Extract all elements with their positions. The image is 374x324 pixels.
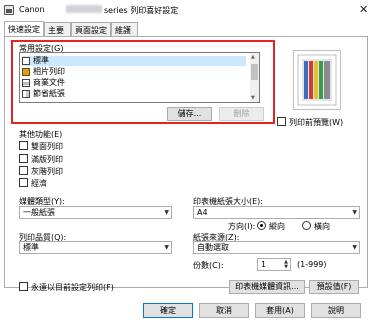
model-name-redacted (66, 5, 102, 13)
grayscale-label: 灰階列印 (31, 167, 63, 176)
save-button[interactable]: 儲存... (167, 107, 212, 121)
list-item-label: 標準 (33, 56, 49, 65)
list-item[interactable]: 節省紙張 (22, 89, 246, 99)
apply-button[interactable]: 套用(A) (255, 303, 305, 318)
orientation-label: 方向(I): (228, 222, 256, 231)
media-type-value: 一般紙張 (23, 208, 55, 217)
close-icon[interactable]: ✕ (359, 3, 368, 16)
media-type-select[interactable]: 一般紙張 ▼ (19, 206, 172, 219)
preview-before-print-checkbox[interactable] (277, 117, 286, 126)
tab-page-setup[interactable]: 頁面設定 (71, 22, 111, 36)
economy-label: 經濟 (31, 179, 47, 188)
tab-bar: 快速設定 主要 頁面設定 維護 (0, 21, 374, 37)
paper-source-value: 自動選取 (197, 243, 229, 252)
always-print-label: 永遠以目前設定列印(F) (31, 283, 114, 292)
paper-saving-icon (22, 90, 30, 98)
tab-label: 維護 (115, 26, 131, 35)
paper-size-select[interactable]: A4 ▼ (193, 206, 360, 219)
preview-page-graphic (297, 54, 337, 106)
tab-label: 快速設定 (8, 25, 40, 34)
list-item[interactable]: 標準 (22, 56, 246, 66)
preview-before-print-label: 列印前預覽(W) (289, 118, 344, 127)
borderless-label: 滿版列印 (31, 155, 63, 164)
window-title-prefix: Canon (19, 5, 45, 14)
copies-input[interactable]: 1 ▲ ▼ (257, 258, 291, 271)
always-print-checkbox[interactable] (19, 282, 28, 291)
spin-down-icon[interactable]: ▼ (284, 265, 288, 270)
additional-features-label: 其他功能(E) (19, 130, 63, 139)
landscape-radio[interactable] (302, 221, 311, 230)
borderless-checkbox[interactable] (19, 154, 28, 163)
page-preview-image (293, 50, 341, 110)
copies-range: (1-999) (297, 260, 327, 269)
copies-label: 份數(C): (193, 261, 224, 270)
chevron-down-icon: ▼ (164, 209, 169, 216)
portrait-label: 縱向 (269, 222, 285, 231)
tab-main[interactable]: 主要 (44, 22, 71, 36)
list-item-label: 節省紙張 (33, 89, 65, 98)
printer-app-icon (4, 5, 14, 15)
paper-size-value: A4 (197, 208, 208, 217)
list-item[interactable]: 商業文件 (22, 78, 246, 88)
landscape-label: 橫向 (314, 222, 330, 231)
chevron-down-icon: ▼ (352, 244, 357, 251)
copies-value: 1 (261, 260, 267, 269)
tab-label: 頁面設定 (75, 26, 107, 35)
list-item[interactable]: 相片列印 (22, 67, 246, 77)
tab-maintenance[interactable]: 維護 (111, 22, 138, 36)
printer-media-info-button[interactable]: 印表機媒體資訊... (229, 280, 305, 294)
paper-source-select[interactable]: 自動選取 ▼ (193, 241, 360, 254)
scroll-up-icon[interactable]: ▲ (251, 54, 255, 60)
ok-button[interactable]: 確定 (143, 303, 193, 318)
chevron-down-icon: ▼ (352, 209, 357, 216)
photo-icon (22, 68, 30, 76)
list-scrollbar[interactable]: ▲ ▼ (250, 53, 259, 102)
chevron-down-icon: ▼ (164, 244, 169, 251)
portrait-radio[interactable] (257, 221, 266, 230)
scroll-thumb[interactable] (251, 64, 258, 80)
economy-checkbox[interactable] (19, 178, 28, 187)
scroll-down-icon[interactable]: ▼ (251, 95, 255, 101)
help-button[interactable]: 說明 (311, 303, 361, 318)
print-quality-select[interactable]: 標準 ▼ (19, 241, 172, 254)
window-title-suffix: series 列印喜好設定 (104, 6, 179, 15)
cancel-button[interactable]: 取消 (199, 303, 249, 318)
delete-button[interactable]: 刪除 (219, 107, 264, 121)
commonly-used-list[interactable]: 標準 相片列印 商業文件 節省紙張 (19, 52, 260, 103)
list-item-label: 商業文件 (33, 78, 65, 87)
duplex-checkbox[interactable] (19, 141, 28, 150)
title-bar: Canon series 列印喜好設定 ✕ (0, 0, 374, 20)
defaults-button[interactable]: 預設值(F) (309, 280, 359, 294)
document-icon (22, 57, 30, 65)
print-quality-value: 標準 (23, 243, 39, 252)
duplex-label: 雙面列印 (31, 142, 63, 151)
grayscale-checkbox[interactable] (19, 166, 28, 175)
tab-label: 主要 (48, 26, 64, 35)
list-item-label: 相片列印 (33, 67, 65, 76)
tab-quick-setup[interactable]: 快速設定 (4, 21, 44, 37)
business-document-icon (22, 79, 30, 87)
